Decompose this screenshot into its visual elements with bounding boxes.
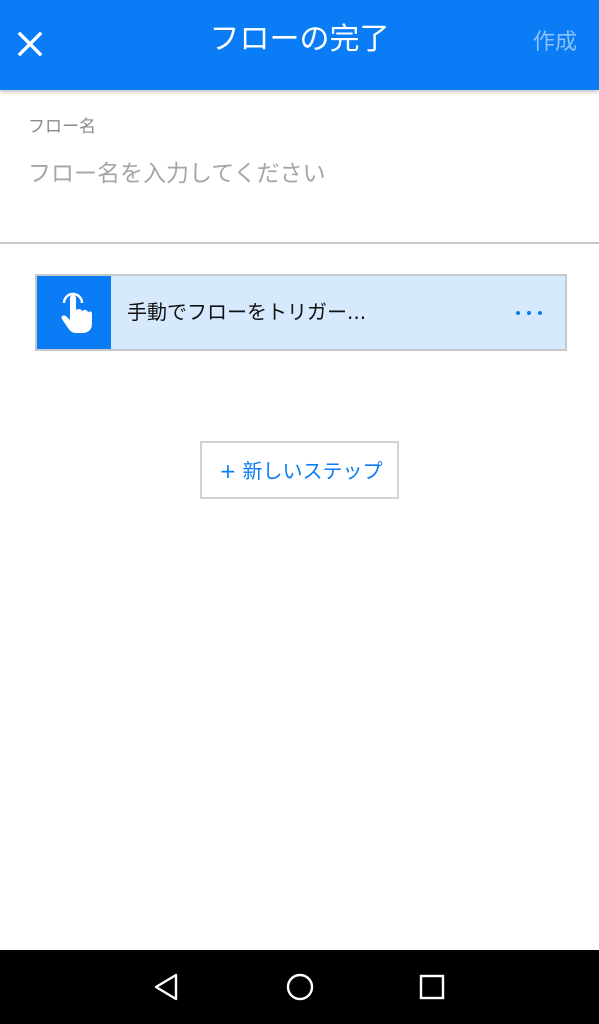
- system-nav-bar: [0, 950, 599, 1024]
- more-icon-dot: [538, 311, 542, 315]
- more-icon-dot: [527, 311, 531, 315]
- create-button[interactable]: 作成: [533, 28, 577, 58]
- close-icon: [17, 31, 43, 57]
- more-options-button[interactable]: [507, 298, 551, 328]
- new-step-button[interactable]: + 新しいステップ: [200, 441, 399, 499]
- app-bar: フローの完了 作成: [0, 0, 599, 90]
- recents-button[interactable]: [412, 967, 452, 1007]
- flow-name-label: フロー名: [28, 117, 96, 137]
- new-step-label: + 新しいステップ: [219, 459, 383, 483]
- trigger-label: 手動でフローをトリガー...: [127, 300, 367, 324]
- close-button[interactable]: [10, 24, 50, 64]
- recents-icon: [419, 974, 445, 1000]
- touch-icon: [61, 292, 92, 333]
- more-icon: [516, 311, 520, 315]
- home-icon: [286, 973, 314, 1001]
- back-icon: [154, 973, 178, 1001]
- flow-name-input[interactable]: [28, 154, 568, 194]
- trigger-icon-box: [37, 276, 111, 349]
- page-title: フローの完了: [209, 22, 390, 57]
- trigger-card[interactable]: 手動でフローをトリガー...: [35, 274, 567, 351]
- back-button[interactable]: [146, 967, 186, 1007]
- home-button[interactable]: [280, 967, 320, 1007]
- flow-name-section: フロー名: [0, 90, 599, 244]
